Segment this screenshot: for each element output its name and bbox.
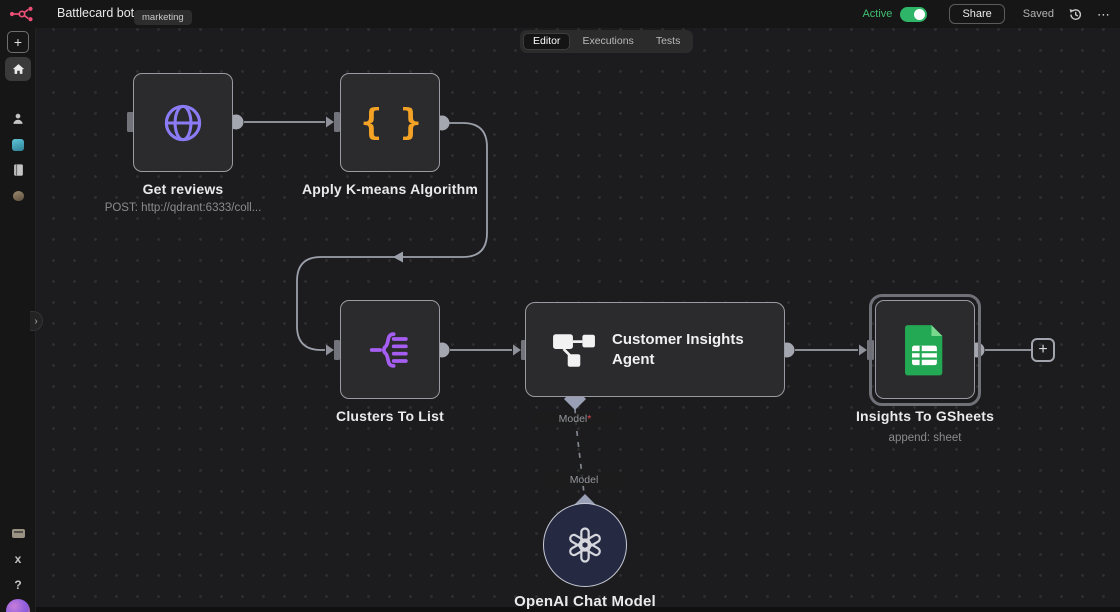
openai-model-port-label: Model [544,474,624,486]
node-gsheets[interactable] [875,300,975,399]
code-braces-icon: { } [360,102,419,143]
toggle-knob [914,9,925,20]
add-workflow-button[interactable]: + [7,31,29,53]
n8n-workflow-editor: Battlecard bot marketing Active Share Sa… [0,0,1120,612]
user-icon [11,112,25,126]
agent-workflow-icon [552,332,596,368]
node-label-agent: Customer Insights Agent [612,330,767,369]
google-sheets-icon [903,323,947,377]
view-tabs: Editor Executions Tests [520,30,693,53]
input-arrow-gsheets [859,345,867,356]
input-arrow-agent [513,345,521,356]
node-label-clusters: Clusters To List [290,408,490,424]
sidebar-item-whats-new[interactable] [0,522,36,544]
node-get-reviews[interactable] [133,73,233,172]
node-agent[interactable]: Customer Insights Agent [525,302,785,397]
tab-tests[interactable]: Tests [646,33,691,50]
home-icon [12,63,25,75]
x-icon: x [15,553,22,565]
active-label: Active [862,8,892,20]
tab-editor[interactable]: Editor [523,33,570,50]
node-kmeans[interactable]: { } [340,73,440,172]
header-bar: Battlecard bot marketing Active Share Sa… [0,0,1120,28]
globe-icon [160,100,206,146]
user-avatar[interactable] [6,599,30,612]
history-icon[interactable] [1068,7,1083,22]
node-clusters[interactable] [340,300,440,399]
model-label: Model [559,413,588,425]
node-label-openai: OpenAI Chat Model [475,593,695,610]
workflow-tag[interactable]: marketing [134,10,192,25]
notebook-icon [12,163,25,177]
required-asterisk: * [587,413,591,425]
active-toggle[interactable] [900,7,927,22]
tab-executions[interactable]: Executions [572,33,643,50]
agent-model-port-label: Model* [532,413,618,425]
sidebar-item-help[interactable]: ? [0,574,36,596]
wire-arrow-left [393,252,403,263]
sidebar-item-project-2[interactable] [0,159,36,181]
add-node-button[interactable]: + [1031,338,1055,362]
more-options-icon[interactable]: ⋯ [1097,8,1110,21]
sidebar-item-project-3[interactable] [0,185,36,207]
coffee-icon [13,191,24,201]
n8n-logo-icon [9,5,35,23]
sidebar-item-overview[interactable] [5,57,31,81]
chevron-right-icon: › [34,316,37,327]
node-openai[interactable] [543,503,627,587]
project-teal-icon [12,139,24,151]
node-subtitle-get-reviews: POST: http://qdrant:6333/coll... [63,202,303,214]
help-icon: ? [14,579,21,591]
input-arrow-kmeans [326,117,334,128]
input-arrow-clusters [326,345,334,356]
whats-new-icon [12,529,25,538]
plus-icon: + [1038,342,1047,358]
sidebar-item-x[interactable]: x [0,548,36,570]
node-label-get-reviews: Get reviews [83,181,283,197]
share-button[interactable]: Share [949,4,1004,24]
workflow-title[interactable]: Battlecard bot [57,6,134,20]
node-subtitle-gsheets: append: sheet [825,432,1025,444]
saved-status: Saved [1023,8,1054,20]
workflow-canvas[interactable]: Editor Executions Tests [36,28,1120,612]
openai-icon [563,523,607,567]
sidebar-item-personal[interactable] [0,108,36,130]
plus-icon: + [14,35,22,49]
node-label-gsheets: Insights To GSheets [825,408,1025,424]
sidebar-item-project-1[interactable] [0,134,36,156]
node-label-kmeans: Apply K-means Algorithm [290,181,490,197]
split-out-icon [368,328,412,372]
